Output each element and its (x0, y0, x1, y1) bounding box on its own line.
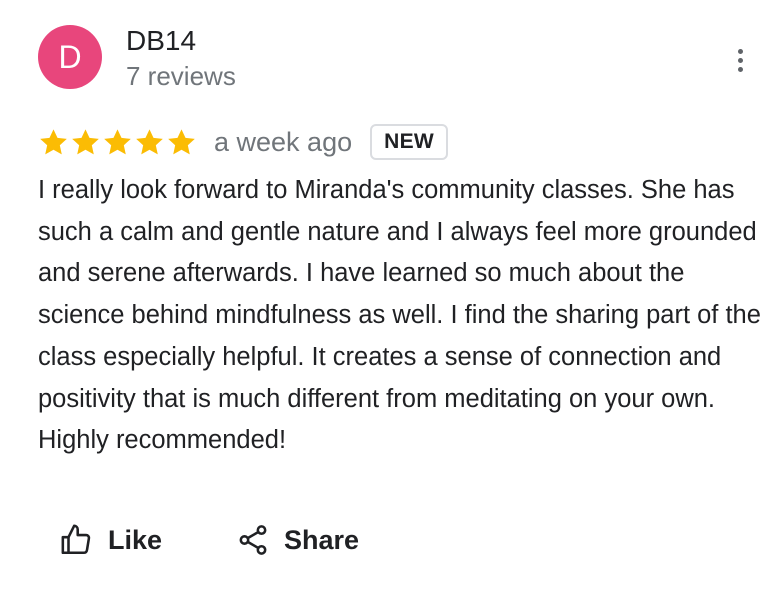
share-button[interactable]: Share (236, 523, 359, 557)
review-time: a week ago (214, 126, 353, 157)
like-label: Like (108, 524, 163, 555)
reviewer-review-count[interactable]: 7 reviews (126, 60, 236, 92)
star-icon (104, 128, 131, 154)
thumb-up-icon (60, 523, 94, 557)
review-actions: Like Share (60, 518, 359, 562)
star-icon (136, 128, 163, 154)
review-text: I really look forward to Miranda's commu… (38, 176, 761, 455)
share-label: Share (284, 524, 360, 555)
star-icon (72, 128, 99, 154)
star-icon (40, 128, 67, 154)
rating-row: a week ago NEW (38, 120, 449, 164)
more-vert-icon[interactable] (724, 44, 756, 76)
reviewer-name[interactable]: DB14 (126, 24, 196, 58)
star-icon (168, 128, 195, 154)
like-button[interactable]: Like (60, 523, 162, 557)
star-rating (38, 127, 197, 158)
share-icon (236, 523, 270, 557)
avatar[interactable]: D (38, 25, 102, 89)
new-badge: NEW (370, 124, 449, 160)
